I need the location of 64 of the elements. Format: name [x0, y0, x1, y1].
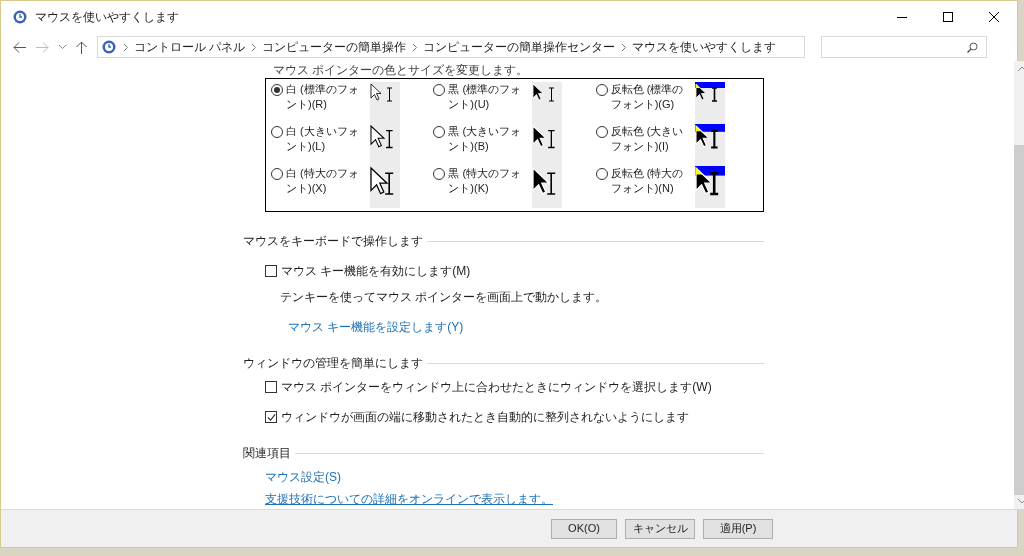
radio-label: 白 (標準のフォント)(R)	[286, 82, 360, 112]
checkbox-label: マウス キー機能を有効にします(M)	[281, 263, 471, 280]
radio-button[interactable]	[595, 126, 608, 138]
checkbox-label: ウィンドウが画面の端に移動されたとき自動的に整列されないようにします	[281, 409, 689, 426]
radio-button[interactable]	[271, 168, 283, 180]
radio-button[interactable]	[595, 168, 608, 180]
description-text: テンキーを使ってマウス ポインターを画面上で動かします。	[280, 289, 608, 306]
dialog-button[interactable]: 適用(P)	[703, 518, 773, 539]
pointer-preview-drawing	[370, 82, 400, 124]
pointer-preview-drawing	[532, 166, 563, 208]
checkbox[interactable]	[265, 381, 277, 393]
pointer-preview-drawing	[694, 124, 725, 166]
chevron-icon	[124, 43, 128, 51]
back-arrow-icon[interactable]	[13, 41, 26, 53]
related-link[interactable]: マウス設定(S)	[265, 468, 341, 486]
chevron-icon	[252, 43, 257, 51]
related-link[interactable]: 支援技術についての詳細をオンラインで表示します。	[265, 490, 553, 508]
checkbox[interactable]	[265, 411, 277, 423]
pointer-preview-drawing	[694, 82, 725, 124]
app-icon	[13, 10, 27, 24]
radio-button[interactable]	[271, 84, 283, 96]
breadcrumb-item[interactable]: マウスを使いやすくします	[632, 38, 777, 56]
search-field[interactable]	[821, 36, 987, 58]
section-heading: マウスをキーボードで操作します	[243, 233, 423, 250]
radio-label: 白 (特大のフォント)(X)	[286, 166, 360, 196]
radio-button[interactable]	[433, 84, 446, 96]
window-title: マウスを使いやすくします	[35, 9, 179, 26]
close-icon	[989, 12, 999, 22]
breadcrumb-item[interactable]: コンピューターの簡単操作	[262, 38, 407, 56]
scroll-down-icon[interactable]	[1017, 499, 1024, 503]
checkbox[interactable]	[265, 265, 277, 277]
radio-button[interactable]	[271, 126, 283, 138]
search-icon	[967, 41, 978, 53]
checkbox-label: マウス ポインターをウィンドウ上に合わせたときにウィンドウを選択します(W)	[281, 379, 712, 396]
radio-button[interactable]	[433, 126, 446, 138]
radio-label: 黒 (大きいフォント)(B)	[448, 124, 523, 154]
radio-label: 黒 (特大のフォント)(K)	[448, 166, 523, 196]
control-panel-icon	[102, 40, 116, 54]
dialog-button[interactable]: キャンセル	[625, 518, 695, 539]
pointer-preview-drawing	[370, 166, 400, 208]
dropdown-caret-icon[interactable]	[59, 45, 66, 49]
pointer-preview-drawing	[532, 82, 563, 124]
breadcrumb-item[interactable]: コンピューターの簡単操作センター	[423, 38, 616, 56]
radio-label: 反転色 (大きいフォント)(I)	[610, 124, 685, 154]
chevron-icon	[413, 43, 418, 51]
radio-button[interactable]	[433, 168, 446, 180]
section-heading: マウス ポインターの色とサイズを変更します。	[272, 63, 530, 77]
address-bar[interactable]: コントロール パネル コンピューターの簡単操作 コンピューターの簡単操作センター マウスを使いやすくします	[97, 36, 805, 58]
section-heading: ウィンドウの管理を簡単にします	[243, 355, 423, 372]
radio-label: 白 (大きいフォント)(L)	[286, 124, 360, 154]
section-heading: 関連項目	[243, 445, 291, 462]
dialog-button[interactable]: OK(O)	[551, 518, 617, 539]
radio-label: 黒 (標準のフォント)(U)	[448, 82, 523, 112]
radio-button[interactable]	[595, 84, 608, 96]
chevron-icon	[622, 43, 627, 51]
maximize-icon	[943, 12, 953, 22]
radio-label: 反転色 (特大のフォント)(N)	[610, 166, 685, 196]
up-arrow-icon[interactable]	[76, 40, 87, 54]
minimize-icon	[897, 16, 907, 18]
mouse-keys-link[interactable]: マウス キー機能を設定します(Y)	[288, 318, 464, 336]
breadcrumb-item[interactable]: コントロール パネル	[134, 38, 246, 56]
pointer-preview-drawing	[694, 166, 725, 208]
radio-label: 反転色 (標準のフォント)(G)	[610, 82, 685, 112]
scroll-up-icon[interactable]	[1017, 67, 1024, 71]
